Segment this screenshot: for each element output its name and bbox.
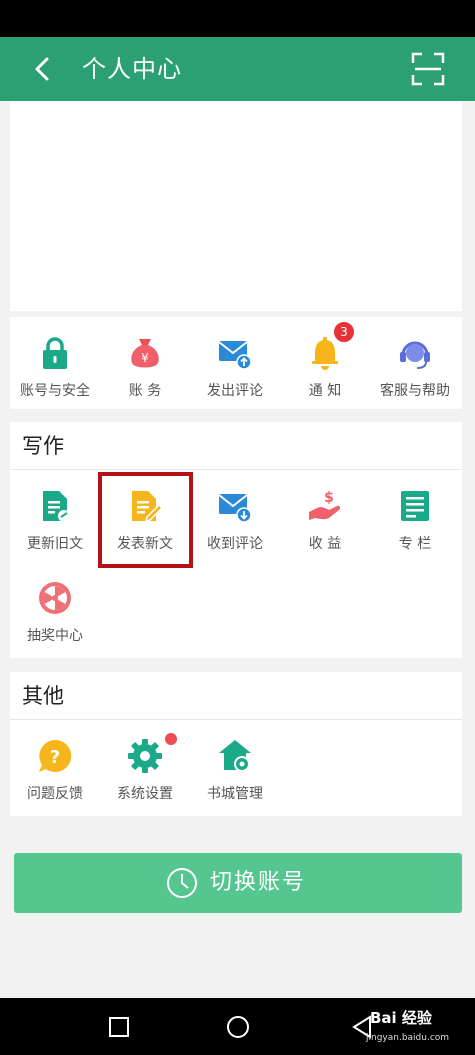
switch-account-button[interactable]: 切换账号 <box>14 853 462 913</box>
document-edit-icon <box>43 491 70 522</box>
notifications-item[interactable]: 通 知 <box>280 317 370 407</box>
account-card: 账号与安全 ¥ 账 务 发出评论 通 知 客服与帮助 <box>10 317 462 409</box>
watermark-url: jingyan.baidu.com <box>366 1033 450 1043</box>
profile-area <box>10 101 462 311</box>
chevron-left-icon <box>35 57 49 81</box>
svg-text:¥: ¥ <box>141 351 149 365</box>
settings-red-dot <box>165 733 177 745</box>
column-item[interactable]: 专 栏 <box>370 470 462 560</box>
feedback-item[interactable]: ? 问题反馈 <box>10 720 100 810</box>
svg-text:?: ? <box>50 747 60 768</box>
received-comments-label: 收到评论 <box>207 536 263 552</box>
lottery-center-label: 抽奖中心 <box>27 628 83 644</box>
app-header: 个人中心 <box>0 37 475 101</box>
feedback-label: 问题反馈 <box>27 786 83 802</box>
earnings-label: 收 益 <box>308 536 342 552</box>
mail-send-icon <box>218 341 252 370</box>
writing-card: 写作 更新旧文 发表新文 收到评论 $ 收 益 专 栏 抽奖中心 <box>10 422 462 658</box>
watermark-brand: Bai 经验 <box>370 1009 432 1027</box>
watermark: Bai 经验 jingyan.baidu.com <box>360 1006 470 1050</box>
system-settings-label: 系统设置 <box>117 786 173 802</box>
bookstore-management-item[interactable]: 书城管理 <box>190 720 280 810</box>
account-security-label: 账号与安全 <box>20 383 90 399</box>
column-label: 专 栏 <box>398 536 432 552</box>
support-label: 客服与帮助 <box>380 383 450 399</box>
status-bar <box>0 0 475 37</box>
support-item[interactable]: 客服与帮助 <box>370 317 462 407</box>
lottery-center-item[interactable]: 抽奖中心 <box>10 562 100 652</box>
writing-title: 写作 <box>22 434 64 458</box>
money-bag-icon: ¥ <box>131 339 159 368</box>
mail-receive-icon <box>218 494 252 523</box>
update-old-article-item[interactable]: 更新旧文 <box>10 470 100 560</box>
switch-account-label: 切换账号 <box>210 870 307 895</box>
sent-comments-item[interactable]: 发出评论 <box>190 317 280 407</box>
earnings-item[interactable]: $ 收 益 <box>280 470 370 560</box>
scan-button[interactable] <box>410 51 446 87</box>
home-icon[interactable] <box>225 1014 251 1040</box>
writing-header: 写作 <box>10 422 462 470</box>
billing-label: 账 务 <box>128 383 162 399</box>
recent-apps-icon[interactable] <box>106 1014 132 1040</box>
account-security-item[interactable]: 账号与安全 <box>10 317 100 407</box>
column-icon <box>401 491 429 521</box>
gear-icon <box>128 739 162 773</box>
received-comments-item[interactable]: 收到评论 <box>190 470 280 560</box>
scan-icon <box>411 52 445 86</box>
lock-icon <box>43 337 67 369</box>
other-title: 其他 <box>22 684 64 708</box>
other-header: 其他 <box>10 672 462 720</box>
hand-money-icon: $ <box>309 490 341 520</box>
svg-text:$: $ <box>324 490 334 506</box>
bookstore-management-label: 书城管理 <box>207 786 263 802</box>
notification-badge: 3 <box>333 321 355 343</box>
lottery-wheel-icon <box>39 582 71 614</box>
question-icon: ? <box>39 739 72 772</box>
system-settings-item[interactable]: 系统设置 <box>100 720 190 810</box>
clock-icon <box>167 868 197 898</box>
highlight-box <box>98 472 193 568</box>
other-card: 其他 ? 问题反馈 系统设置 书城管理 <box>10 672 462 816</box>
billing-item[interactable]: ¥ 账 务 <box>100 317 190 407</box>
house-gear-icon <box>219 740 251 772</box>
update-old-article-label: 更新旧文 <box>27 536 83 552</box>
sent-comments-label: 发出评论 <box>207 383 263 399</box>
page-title: 个人中心 <box>82 55 182 83</box>
headset-icon <box>400 341 430 369</box>
notifications-label: 通 知 <box>308 383 342 399</box>
back-button[interactable] <box>24 51 60 87</box>
